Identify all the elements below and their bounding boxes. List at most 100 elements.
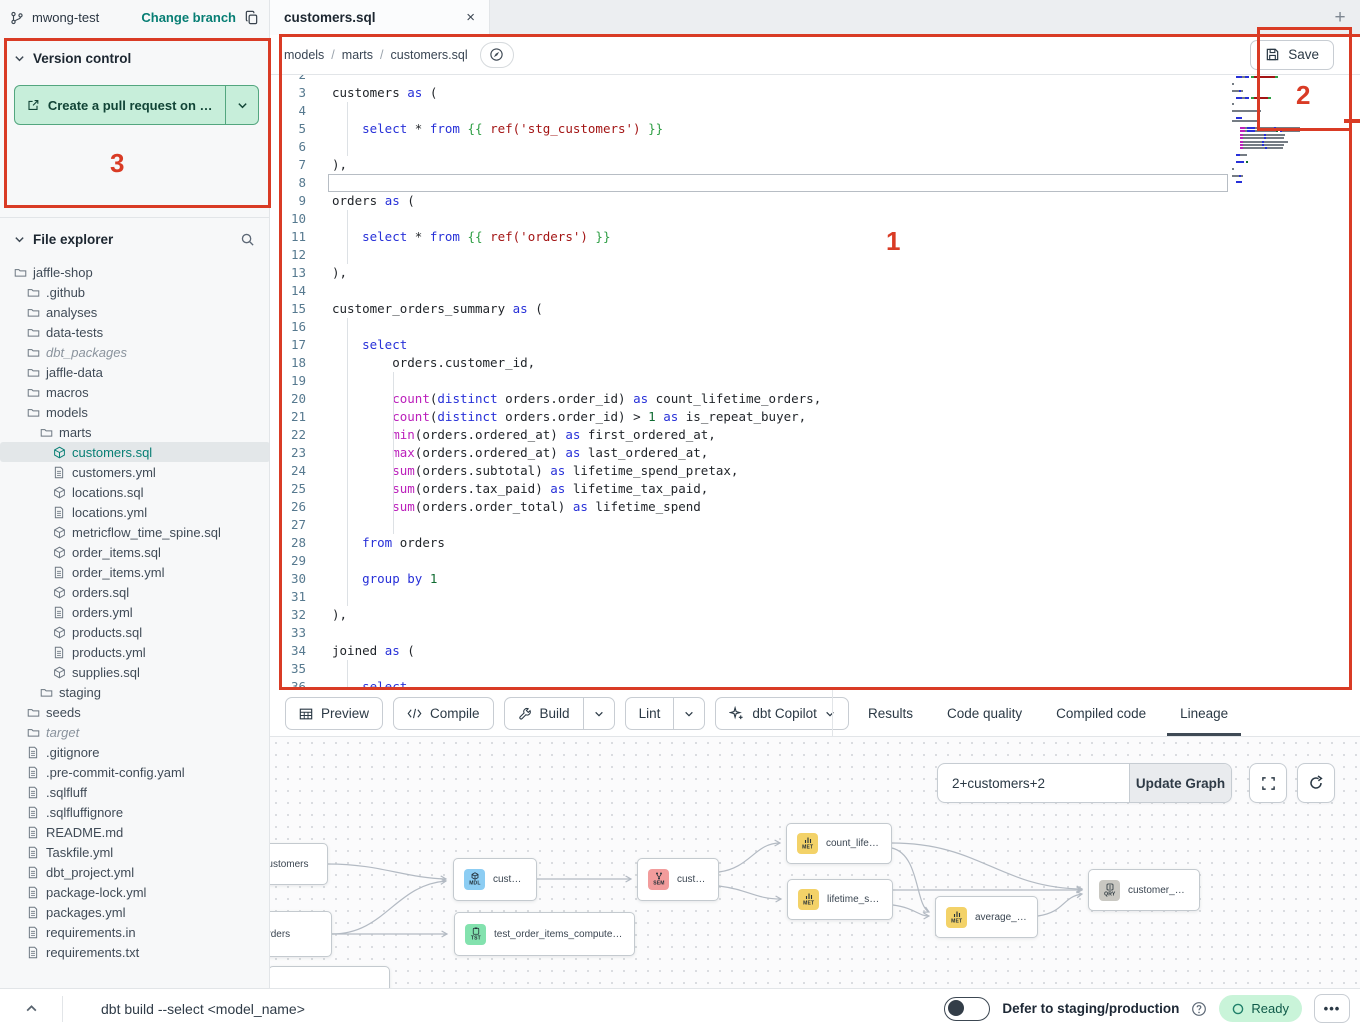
file-tree-item-marts[interactable]: marts bbox=[0, 422, 270, 442]
tab-results[interactable]: Results bbox=[855, 690, 926, 736]
file-tree-item--pre-commit-config-yaml[interactable]: .pre-commit-config.yaml bbox=[0, 762, 270, 782]
file-tree-item-staging[interactable]: staging bbox=[0, 682, 270, 702]
code-line-35[interactable]: 35 bbox=[270, 660, 1360, 678]
code-line-14[interactable]: 14 bbox=[270, 282, 1360, 300]
new-tab-button[interactable]: + bbox=[1320, 0, 1360, 35]
compass-icon[interactable] bbox=[480, 42, 514, 68]
build-button[interactable]: Build bbox=[504, 697, 615, 730]
code-line-33[interactable]: 33 bbox=[270, 624, 1360, 642]
more-options-button[interactable]: ••• bbox=[1314, 994, 1350, 1023]
file-tree-item-products-sql[interactable]: products.sql bbox=[0, 622, 270, 642]
file-tree-item-jaffle-shop[interactable]: jaffle-shop bbox=[0, 262, 270, 282]
lineage-node-count-lifetime-orders[interactable]: METcount_lifetime_orders bbox=[786, 823, 892, 864]
save-button[interactable]: Save bbox=[1250, 40, 1334, 70]
lineage-node-lifetime-spend-pretax[interactable]: METlifetime_spend_pretax bbox=[787, 879, 893, 920]
file-tree-item-taskfile-yml[interactable]: Taskfile.yml bbox=[0, 842, 270, 862]
file-tree-item-jaffle-data[interactable]: jaffle-data bbox=[0, 362, 270, 382]
code-line-32[interactable]: 32), bbox=[270, 606, 1360, 624]
file-tree-item-customers-sql[interactable]: customers.sql bbox=[0, 442, 270, 462]
tab-compiled-code[interactable]: Compiled code bbox=[1043, 690, 1159, 736]
preview-button[interactable]: Preview bbox=[285, 697, 383, 730]
code-line-29[interactable]: 29 bbox=[270, 552, 1360, 570]
file-tree-item-orders-sql[interactable]: orders.sql bbox=[0, 582, 270, 602]
code-line-31[interactable]: 31 bbox=[270, 588, 1360, 606]
file-tree-item-customers-yml[interactable]: customers.yml bbox=[0, 462, 270, 482]
file-tree-item--github[interactable]: .github bbox=[0, 282, 270, 302]
code-line-36[interactable]: 36 select bbox=[270, 678, 1360, 690]
file-tree-item-analyses[interactable]: analyses bbox=[0, 302, 270, 322]
lineage-selector-input[interactable]: 2+customers+2 bbox=[938, 764, 1129, 802]
code-line-20[interactable]: 20 count(distinct orders.order_id) as co… bbox=[270, 390, 1360, 408]
search-icon[interactable] bbox=[240, 232, 255, 247]
code-line-22[interactable]: 22 min(orders.ordered_at) as first_order… bbox=[270, 426, 1360, 444]
code-line-18[interactable]: 18 orders.customer_id, bbox=[270, 354, 1360, 372]
file-tree-item-requirements-in[interactable]: requirements.in bbox=[0, 922, 270, 942]
code-line-24[interactable]: 24 sum(orders.subtotal) as lifetime_spen… bbox=[270, 462, 1360, 480]
code-line-30[interactable]: 30 group by 1 bbox=[270, 570, 1360, 588]
help-icon[interactable] bbox=[1191, 1001, 1207, 1017]
code-line-3[interactable]: 3customers as ( bbox=[270, 84, 1360, 102]
file-tree-item-supplies-sql[interactable]: supplies.sql bbox=[0, 662, 270, 682]
lineage-node-test-order-items-compute-to-bools-[interactable]: TSTtest_order_items_compute_to_bools... bbox=[454, 912, 635, 956]
command-input[interactable]: dbt build --select <model_name> bbox=[101, 1001, 305, 1017]
lineage-node-customer-order-metrics[interactable]: QRYcustomer_order_metrics bbox=[1088, 869, 1200, 911]
lineage-node-partial[interactable] bbox=[270, 966, 390, 988]
fullscreen-button[interactable] bbox=[1249, 763, 1287, 803]
file-tree-item-locations-sql[interactable]: locations.sql bbox=[0, 482, 270, 502]
file-tree-item-order-items-yml[interactable]: order_items.yml bbox=[0, 562, 270, 582]
lineage-node-orders[interactable]: orders bbox=[270, 911, 332, 957]
file-tree-item--sqlfluffignore[interactable]: .sqlfluffignore bbox=[0, 802, 270, 822]
close-tab-icon[interactable]: × bbox=[466, 9, 475, 26]
code-line-15[interactable]: 15customer_orders_summary as ( bbox=[270, 300, 1360, 318]
change-branch-link[interactable]: Change branch bbox=[141, 10, 236, 25]
code-line-26[interactable]: 26 sum(orders.order_total) as lifetime_s… bbox=[270, 498, 1360, 516]
file-tree-item-products-yml[interactable]: products.yml bbox=[0, 642, 270, 662]
dbt-copilot-button[interactable]: dbt Copilot bbox=[715, 697, 849, 730]
file-tree-item-locations-yml[interactable]: locations.yml bbox=[0, 502, 270, 522]
tab-customers-sql[interactable]: customers.sql × bbox=[270, 0, 490, 35]
tab-code-quality[interactable]: Code quality bbox=[934, 690, 1035, 736]
code-line-13[interactable]: 13), bbox=[270, 264, 1360, 282]
code-line-19[interactable]: 19 bbox=[270, 372, 1360, 390]
breadcrumb-item[interactable]: models bbox=[284, 48, 324, 62]
file-tree-item-requirements-txt[interactable]: requirements.txt bbox=[0, 942, 270, 962]
refresh-button[interactable] bbox=[1297, 763, 1335, 803]
lineage-node-stg-customers[interactable]: stg_customers bbox=[270, 843, 328, 885]
file-tree-item-order-items-sql[interactable]: order_items.sql bbox=[0, 542, 270, 562]
code-line-4[interactable]: 4 bbox=[270, 102, 1360, 120]
chevron-up-icon[interactable] bbox=[0, 1002, 62, 1015]
file-tree-item-package-lock-yml[interactable]: package-lock.yml bbox=[0, 882, 270, 902]
code-line-10[interactable]: 10 bbox=[270, 210, 1360, 228]
code-line-12[interactable]: 12 bbox=[270, 246, 1360, 264]
code-line-23[interactable]: 23 max(orders.ordered_at) as last_ordere… bbox=[270, 444, 1360, 462]
lineage-node-customers[interactable]: MDLcustomers bbox=[453, 858, 537, 901]
code-line-6[interactable]: 6 bbox=[270, 138, 1360, 156]
file-tree-item-packages-yml[interactable]: packages.yml bbox=[0, 902, 270, 922]
code-line-21[interactable]: 21 count(distinct orders.order_id) > 1 a… bbox=[270, 408, 1360, 426]
tab-lineage[interactable]: Lineage bbox=[1167, 690, 1241, 736]
version-control-header[interactable]: Version control bbox=[0, 35, 269, 66]
file-tree-item-macros[interactable]: macros bbox=[0, 382, 270, 402]
file-tree-item--sqlfluff[interactable]: .sqlfluff bbox=[0, 782, 270, 802]
create-pr-button[interactable]: Create a pull request on Git... bbox=[14, 85, 259, 125]
code-content[interactable]: 23customers as (45 select * from {{ ref(… bbox=[270, 66, 1360, 690]
code-line-8[interactable]: 8 bbox=[270, 174, 1360, 192]
file-tree-item-orders-yml[interactable]: orders.yml bbox=[0, 602, 270, 622]
code-line-7[interactable]: 7), bbox=[270, 156, 1360, 174]
minimap[interactable] bbox=[1232, 66, 1320, 185]
file-tree-item-data-tests[interactable]: data-tests bbox=[0, 322, 270, 342]
code-line-17[interactable]: 17 select bbox=[270, 336, 1360, 354]
file-tree-item-models[interactable]: models bbox=[0, 402, 270, 422]
breadcrumb-item[interactable]: customers.sql bbox=[391, 48, 468, 62]
code-line-16[interactable]: 16 bbox=[270, 318, 1360, 336]
code-line-25[interactable]: 25 sum(orders.tax_paid) as lifetime_tax_… bbox=[270, 480, 1360, 498]
code-line-34[interactable]: 34joined as ( bbox=[270, 642, 1360, 660]
defer-toggle[interactable] bbox=[944, 997, 990, 1021]
file-tree-item-seeds[interactable]: seeds bbox=[0, 702, 270, 722]
build-dropdown-caret[interactable] bbox=[583, 698, 614, 729]
lineage-node-customers[interactable]: SEMcustomers bbox=[637, 858, 719, 901]
lineage-node-average-order-value[interactable]: METaverage_order_value bbox=[935, 896, 1038, 938]
update-graph-button[interactable]: Update Graph bbox=[1129, 764, 1231, 802]
breadcrumb-item[interactable]: marts bbox=[342, 48, 373, 62]
file-tree-item--gitignore[interactable]: .gitignore bbox=[0, 742, 270, 762]
